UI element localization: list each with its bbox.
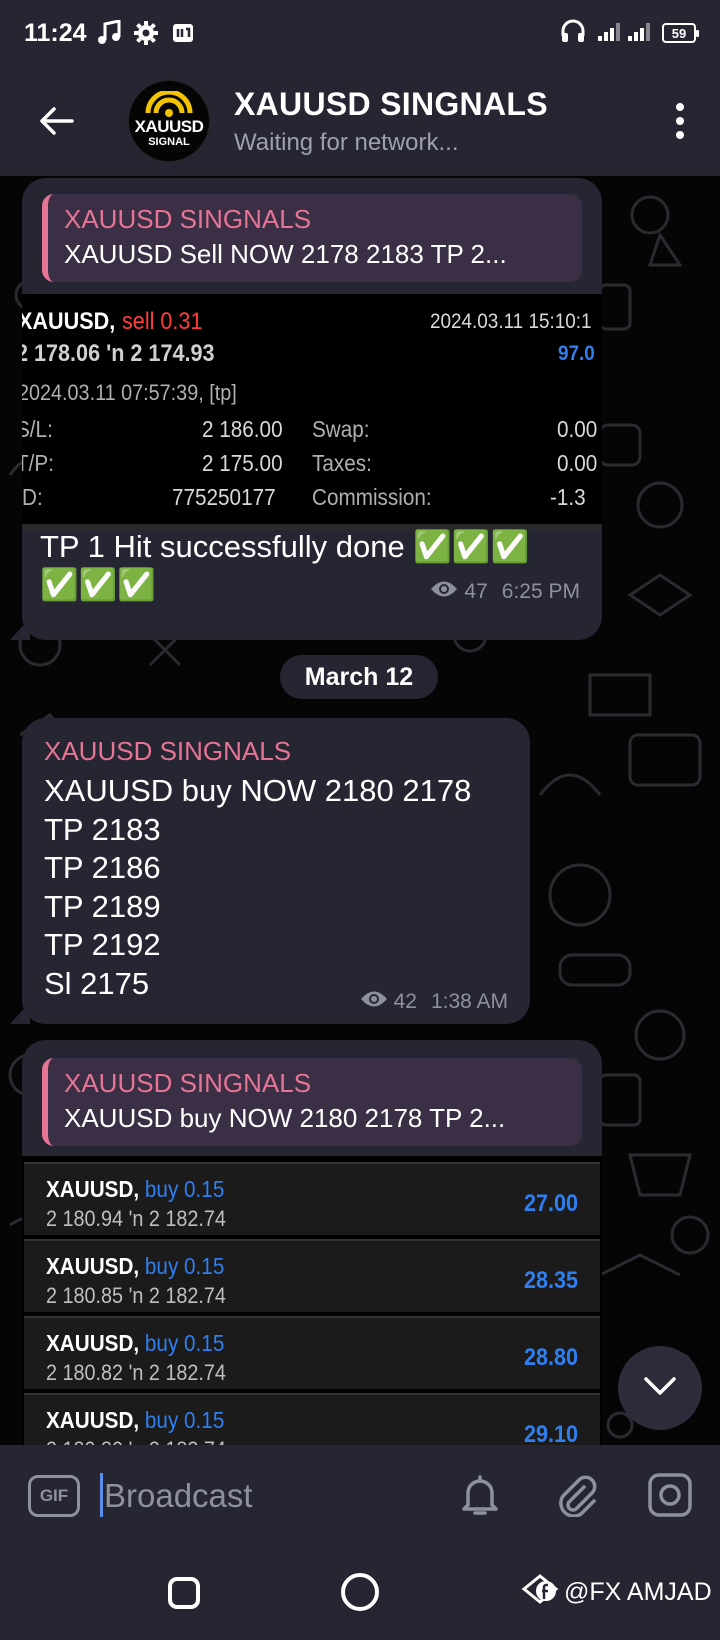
chat-header: XAUUSD SIGNAL XAUUSD SINGNALS Waiting fo… bbox=[0, 66, 720, 176]
notification-bell-icon[interactable] bbox=[454, 1469, 506, 1521]
message-bubble-3[interactable]: XAUUSD SINGNALS XAUUSD buy NOW 2180 2178… bbox=[22, 1040, 602, 1470]
app-notification-icon bbox=[171, 21, 195, 45]
shot-sl-label: S/L: bbox=[22, 416, 53, 442]
home-button[interactable] bbox=[341, 1573, 379, 1611]
shot-tp-value: 2 175.00 bbox=[202, 450, 283, 476]
position-row: XAUUSD, buy 0.15 2 180.85 'n 2 182.74 28… bbox=[24, 1239, 600, 1312]
attach-paperclip-icon[interactable] bbox=[550, 1469, 602, 1521]
position-prices: 2 180.82 'n 2 182.74 bbox=[46, 1360, 226, 1385]
shot-profit: 97.0 bbox=[558, 342, 595, 365]
position-row: XAUUSD, buy 0.15 2 180.94 'n 2 182.74 27… bbox=[24, 1162, 600, 1235]
message-text: XAUUSD buy NOW 2180 2178 TP 2183 TP 2186… bbox=[44, 773, 472, 1001]
views-eye-icon bbox=[360, 990, 388, 1014]
settings-gear-icon bbox=[133, 20, 159, 46]
message-time: 1:38 AM bbox=[430, 990, 508, 1013]
shot-commission-value: -1.3 bbox=[550, 484, 586, 510]
system-navigation-bar: @FX AMJAD bbox=[0, 1545, 720, 1640]
shot-id-label: D: bbox=[22, 484, 43, 510]
gif-button[interactable]: GIF bbox=[28, 1475, 80, 1517]
reply-sender: XAUUSD SINGNALS bbox=[64, 204, 312, 234]
position-symbol: XAUUSD, buy 0.15 bbox=[46, 1407, 225, 1433]
date-divider: March 12 bbox=[280, 655, 438, 699]
header-text[interactable]: XAUUSD SINGNALS Waiting for network... bbox=[234, 86, 548, 157]
shot-swap-label: Swap: bbox=[312, 416, 370, 442]
camera-icon[interactable] bbox=[644, 1469, 696, 1521]
message-meta: 47 6:25 PM bbox=[430, 580, 580, 604]
headphones-icon bbox=[560, 18, 586, 49]
shot-id-value: 775250177 bbox=[172, 484, 276, 510]
reply-text: XAUUSD Sell NOW 2178 2183 TP 2... bbox=[64, 239, 507, 269]
reply-preview[interactable]: XAUUSD SINGNALS XAUUSD buy NOW 2180 2178… bbox=[42, 1058, 582, 1146]
avatar-brand-text: XAUUSD bbox=[134, 116, 204, 136]
message-meta: 42 1:38 AM bbox=[360, 990, 508, 1014]
position-prices: 2 180.85 'n 2 182.74 bbox=[46, 1283, 226, 1308]
shot-swap-value: 0.00 bbox=[557, 416, 598, 442]
position-row: XAUUSD, buy 0.15 2 180.82 'n 2 182.74 28… bbox=[24, 1316, 600, 1389]
reply-preview[interactable]: XAUUSD SINGNALS XAUUSD Sell NOW 2178 218… bbox=[42, 194, 582, 282]
shot-symbol: XAUUSD, bbox=[22, 308, 116, 335]
shot-prices: 2 178.06 'n 2 174.93 bbox=[22, 340, 215, 367]
position-prices: 2 180.94 'n 2 182.74 bbox=[46, 1206, 226, 1231]
shot-commission-label: Commission: bbox=[312, 484, 432, 510]
signal-strength-icon bbox=[596, 20, 652, 47]
chevron-down-icon bbox=[643, 1376, 677, 1401]
shot-tp-label: T/P: bbox=[22, 450, 54, 476]
watermark-text: @FX AMJAD bbox=[564, 1578, 712, 1606]
recents-button[interactable] bbox=[168, 1577, 200, 1609]
message-input-bar: GIF bbox=[0, 1445, 720, 1545]
position-profit: 28.35 bbox=[523, 1267, 578, 1294]
text-cursor bbox=[100, 1473, 103, 1517]
music-note-icon bbox=[97, 20, 121, 46]
avatar-sub-text: SIGNAL bbox=[148, 135, 190, 148]
message-sender: XAUUSD SINGNALS bbox=[44, 736, 292, 766]
position-profit: 27.00 bbox=[523, 1190, 578, 1217]
scroll-down-button[interactable] bbox=[618, 1346, 702, 1430]
position-symbol: XAUUSD, buy 0.15 bbox=[46, 1253, 225, 1279]
shot-side: sell 0.31 bbox=[122, 308, 203, 335]
position-profit: 28.80 bbox=[523, 1344, 578, 1371]
position-symbol: XAUUSD, buy 0.15 bbox=[46, 1176, 225, 1202]
status-time: 11:24 bbox=[24, 18, 87, 47]
position-symbol: XAUUSD, buy 0.15 bbox=[46, 1330, 225, 1356]
channel-title: XAUUSD SINGNALS bbox=[234, 85, 548, 122]
trade-screenshot-image[interactable]: XAUUSD, sell 0.31 2024.03.11 15:10:1 2 1… bbox=[22, 294, 602, 530]
broadcast-input[interactable] bbox=[104, 1473, 444, 1519]
shot-taxes-value: 0.00 bbox=[557, 450, 598, 476]
watermark: @FX AMJAD bbox=[520, 1573, 712, 1612]
views-eye-icon bbox=[430, 580, 458, 604]
message-bubble-1[interactable]: XAUUSD SINGNALS XAUUSD Sell NOW 2178 218… bbox=[10, 178, 602, 640]
channel-status: Waiting for network... bbox=[234, 128, 459, 156]
battery-icon: 59 bbox=[662, 23, 699, 43]
status-bar: 11:24 59 bbox=[0, 0, 720, 66]
position-row: XAUUSD, buy 0.15 2 180.80 'n 2 182.74 29… bbox=[24, 1393, 600, 1446]
view-count: 47 bbox=[464, 580, 488, 603]
shot-timestamp: 2024.03.11 15:10:1 bbox=[430, 310, 592, 333]
message-bubble-2[interactable]: XAUUSD SINGNALS XAUUSD buy NOW 2180 2178… bbox=[10, 718, 530, 1024]
positions-screenshot-image[interactable]: XAUUSD, buy 0.15 2 180.94 'n 2 182.74 27… bbox=[22, 1156, 602, 1446]
message-time: 6:25 PM bbox=[501, 580, 580, 603]
shot-open-time: 2024.03.11 07:57:39, [tp] bbox=[22, 380, 237, 405]
more-options-icon[interactable] bbox=[670, 99, 690, 143]
channel-avatar[interactable]: XAUUSD SIGNAL bbox=[128, 80, 210, 162]
reply-text: XAUUSD buy NOW 2180 2178 TP 2... bbox=[64, 1103, 506, 1133]
position-profit: 29.10 bbox=[523, 1421, 578, 1446]
back-arrow-icon[interactable] bbox=[30, 95, 82, 147]
reply-sender: XAUUSD SINGNALS bbox=[64, 1068, 312, 1098]
shot-sl-value: 2 186.00 bbox=[202, 416, 283, 442]
facebook-logo-icon bbox=[520, 1573, 560, 1612]
shot-taxes-label: Taxes: bbox=[312, 450, 372, 476]
view-count: 42 bbox=[393, 990, 417, 1013]
